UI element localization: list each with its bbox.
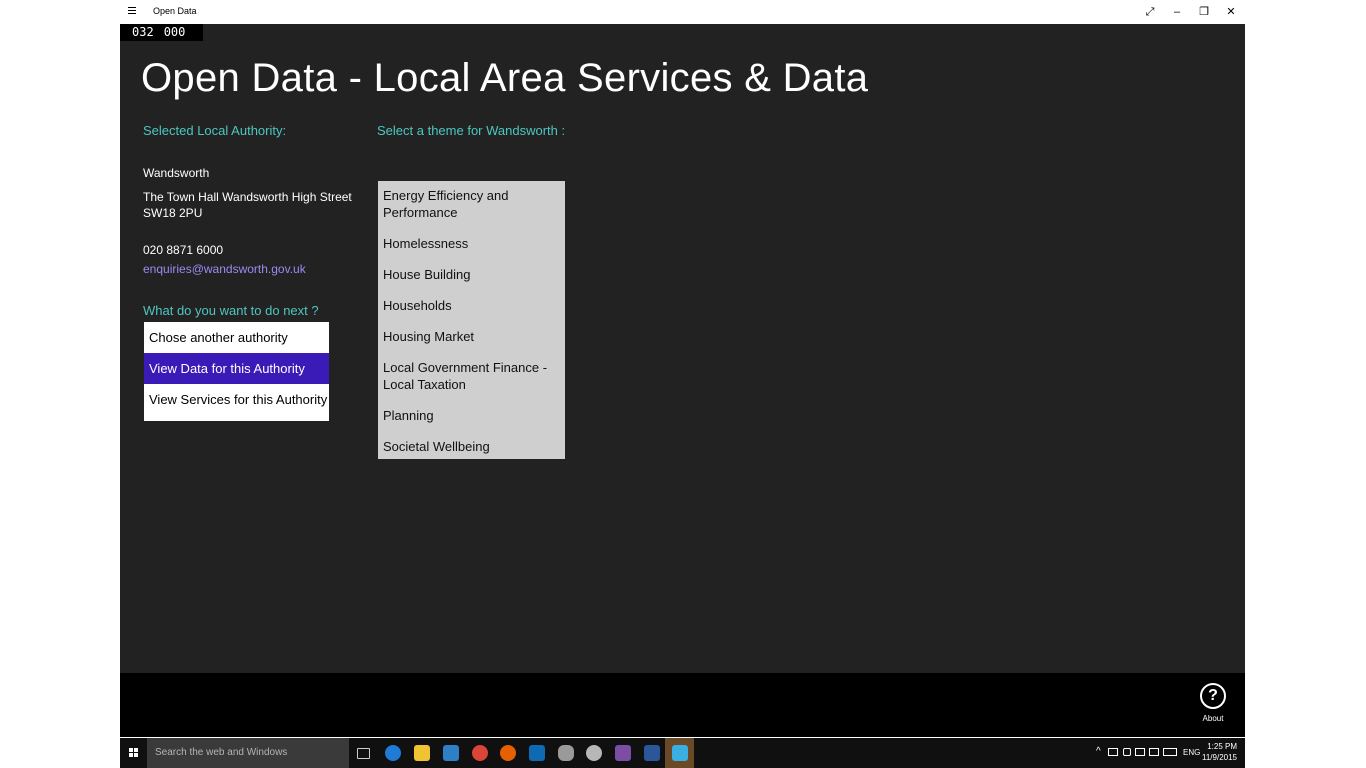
store-icon[interactable] bbox=[443, 745, 459, 761]
next-action-list: Chose another authority View Data for th… bbox=[144, 322, 329, 421]
open-data-app-icon[interactable] bbox=[672, 745, 688, 761]
authority-phone: 020 8871 6000 bbox=[143, 243, 224, 257]
volume-icon[interactable] bbox=[1123, 748, 1131, 756]
counter-right: 000 bbox=[163, 25, 186, 39]
word-icon[interactable] bbox=[644, 745, 660, 761]
clock-date: 11/9/2015 bbox=[1202, 753, 1237, 762]
window-title: Open Data bbox=[153, 6, 197, 16]
language-indicator[interactable]: ENG bbox=[1183, 748, 1200, 757]
view-services-button[interactable]: View Services for this Authority bbox=[144, 384, 329, 415]
about-button[interactable]: ? About bbox=[1198, 683, 1228, 723]
counter-left: 032 bbox=[132, 25, 154, 39]
minimize-button[interactable]: – bbox=[1168, 4, 1186, 20]
keyboard-icon[interactable] bbox=[1163, 748, 1177, 756]
action-center-icon[interactable] bbox=[1149, 748, 1159, 756]
hamburger-menu-icon[interactable] bbox=[128, 5, 138, 19]
about-label: About bbox=[1202, 714, 1224, 723]
theme-item[interactable]: Planning bbox=[378, 407, 565, 424]
theme-item[interactable]: Households bbox=[378, 297, 565, 314]
authority-name: Wandsworth bbox=[143, 166, 210, 180]
app-bar: ? About bbox=[120, 673, 1245, 737]
start-windows-icon[interactable] bbox=[120, 738, 147, 768]
choose-another-authority-button[interactable]: Chose another authority bbox=[144, 322, 329, 353]
app-content: 032 000 Open Data - Local Area Services &… bbox=[120, 24, 1245, 673]
tool-icon[interactable] bbox=[586, 745, 602, 761]
close-button[interactable]: ✕ bbox=[1222, 4, 1240, 20]
tray-chevron-up-icon[interactable]: ^ bbox=[1096, 746, 1101, 757]
theme-item[interactable]: Local Government Finance - Local Taxatio… bbox=[378, 359, 565, 393]
page-title: Open Data - Local Area Services & Data bbox=[141, 56, 869, 100]
windows-taskbar: Search the web and Windows ^ ENG 1:25 PM… bbox=[120, 738, 1245, 768]
theme-item[interactable]: Housing Market bbox=[378, 328, 565, 345]
theme-item[interactable]: Societal Wellbeing bbox=[378, 438, 565, 455]
network-icon[interactable] bbox=[1108, 748, 1118, 756]
task-view-icon[interactable] bbox=[357, 748, 370, 759]
edge-browser-icon[interactable] bbox=[385, 745, 401, 761]
theme-item[interactable]: Energy Efficiency and Performance bbox=[378, 187, 565, 221]
theme-item[interactable]: Homelessness bbox=[378, 235, 565, 252]
authority-address-line2: SW18 2PU bbox=[143, 206, 203, 220]
frame-rate-counter: 032 000 bbox=[120, 24, 204, 41]
chrome-icon[interactable] bbox=[472, 745, 488, 761]
file-explorer-icon[interactable] bbox=[414, 745, 430, 761]
firefox-icon[interactable] bbox=[500, 745, 516, 761]
taskbar-clock[interactable]: 1:25 PM 11/9/2015 bbox=[1202, 741, 1237, 763]
authority-email-link[interactable]: enquiries@wandsworth.gov.uk bbox=[143, 262, 306, 276]
view-data-button[interactable]: View Data for this Authority bbox=[144, 353, 329, 384]
selected-authority-label: Selected Local Authority: bbox=[143, 123, 287, 138]
theme-item[interactable]: House Building bbox=[378, 266, 565, 283]
visual-studio-icon[interactable] bbox=[615, 745, 631, 761]
clock-time: 1:25 PM bbox=[1207, 742, 1237, 751]
outlook-icon[interactable] bbox=[529, 745, 545, 761]
restore-button[interactable]: ❐ bbox=[1195, 4, 1213, 20]
taskbar-search-input[interactable]: Search the web and Windows bbox=[147, 738, 349, 768]
theme-list: Energy Efficiency and Performance Homele… bbox=[378, 181, 565, 459]
fullscreen-button[interactable]: ⤢ bbox=[1141, 4, 1159, 20]
database-icon[interactable] bbox=[558, 745, 574, 761]
next-action-label: What do you want to do next ? bbox=[143, 303, 319, 318]
theme-select-label: Select a theme for Wandsworth : bbox=[377, 123, 566, 138]
display-icon[interactable] bbox=[1135, 748, 1145, 756]
authority-address-line1: The Town Hall Wandsworth High Street bbox=[143, 190, 352, 204]
help-icon: ? bbox=[1200, 683, 1226, 709]
window-titlebar: Open Data ⤢ – ❐ ✕ bbox=[120, 0, 1245, 24]
